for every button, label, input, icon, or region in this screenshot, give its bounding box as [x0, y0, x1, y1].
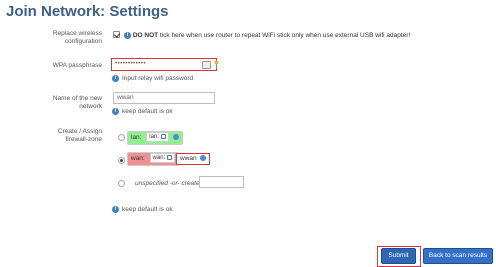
wpa-hint: i Input relay wifi password	[112, 75, 193, 82]
reveal-password-icon[interactable]	[202, 61, 211, 69]
info-icon: i	[112, 206, 119, 213]
network-name-label-line1: Name of the new	[52, 95, 102, 102]
firewall-radio-unspecified[interactable]	[118, 180, 125, 187]
zone-lan[interactable]: lan: lan:	[127, 131, 183, 145]
firewall-radio-wan[interactable]	[118, 157, 125, 164]
zone-wan-wwan-chip: wwan	[176, 153, 211, 165]
replace-config-label-line2: configuration	[64, 38, 102, 45]
zone-wan-chip-label: wan:	[152, 155, 166, 162]
network-icon	[160, 134, 166, 140]
firewall-label-line1: Create / Assign	[57, 128, 102, 135]
network-name-input[interactable]: wwan	[113, 92, 215, 104]
replace-config-label-line1: Replace wireless	[52, 30, 102, 37]
unspecified-label: unspecified -or- create:	[135, 180, 202, 187]
zone-wan-name: wan:	[131, 155, 145, 162]
submit-button[interactable]: Submit	[381, 248, 416, 264]
firewall-label-line2: firewall-zone	[65, 136, 103, 143]
globe-icon	[200, 155, 207, 162]
wpa-hint-text: Input relay wifi password	[122, 75, 194, 83]
zone-lan-chip-label: lan:	[149, 134, 159, 141]
firewall-label: Create / Assign firewall-zone	[0, 128, 102, 144]
replace-config-note: i DO NOT tick here when use router to re…	[124, 32, 410, 39]
network-name-label-line2: network	[79, 103, 102, 110]
create-zone-input[interactable]	[199, 176, 244, 188]
wpa-label: WPA passphrase	[52, 62, 102, 69]
replace-config-note-bold: DO NOT	[132, 32, 159, 40]
zone-wan-wwan-label: wwan	[180, 155, 197, 162]
network-icon	[167, 155, 173, 161]
replace-config-label: Replace wireless configuration	[0, 30, 102, 46]
zone-lan-chip: lan:	[146, 132, 169, 143]
page-title: Join Network: Settings	[6, 3, 169, 20]
firewall-radio-lan[interactable]	[118, 134, 125, 141]
info-icon: i	[112, 75, 119, 82]
network-name-label: Name of the new network	[0, 95, 102, 111]
firewall-hint-text: keep default is ok	[122, 206, 173, 214]
zone-wan[interactable]: wan: wan:	[127, 152, 180, 166]
key-icon[interactable]	[214, 60, 219, 68]
back-to-scan-results-button[interactable]: Back to scan results	[423, 248, 493, 264]
firewall-hint: i keep default is ok	[112, 206, 173, 213]
replace-config-checkbox[interactable]	[113, 31, 120, 38]
zone-wan-chip: wan:	[149, 153, 176, 164]
info-icon: i	[124, 32, 131, 39]
network-name-hint-text: keep default is ok	[122, 108, 173, 116]
globe-icon	[172, 134, 179, 141]
replace-config-note-text: tick here when use router to repeat WiFi…	[159, 32, 411, 40]
network-name-hint: i keep default is ok	[112, 108, 173, 115]
zone-lan-name: lan:	[131, 134, 142, 141]
info-icon: i	[112, 108, 119, 115]
